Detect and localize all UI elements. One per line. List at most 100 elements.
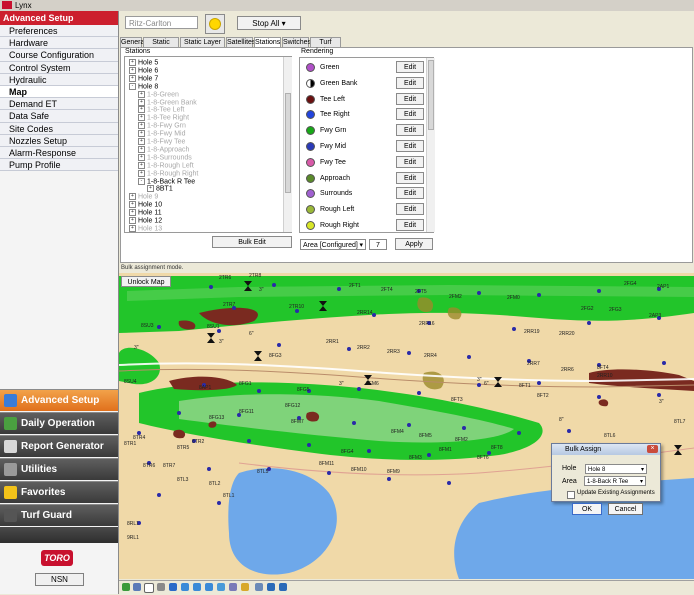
unlock-map-button[interactable]: Unlock Map [121, 276, 171, 287]
expand-icon[interactable]: + [138, 153, 145, 161]
stop-all-button[interactable]: Stop All ▾ [237, 16, 301, 30]
refresh-icon[interactable] [169, 583, 177, 591]
edit-button[interactable]: Edit [396, 140, 424, 152]
zoom-in-icon[interactable] [181, 583, 189, 591]
expand-icon[interactable]: + [129, 74, 136, 82]
nsn-button[interactable]: NSN [35, 573, 84, 586]
area-count-stepper[interactable]: 7 [369, 239, 387, 250]
expand-icon[interactable]: + [138, 98, 145, 106]
tab-switches[interactable]: Switches [282, 37, 311, 47]
expand-icon[interactable]: + [138, 130, 145, 138]
nav-daily-operation[interactable]: Daily Operation [0, 412, 118, 434]
weather-button[interactable] [205, 14, 225, 34]
expand-icon[interactable]: + [129, 217, 136, 224]
lock-icon[interactable] [241, 583, 249, 591]
menu-item-map[interactable]: Map [0, 85, 118, 99]
zoom-out-icon[interactable] [193, 583, 201, 591]
expand-icon[interactable]: + [138, 106, 145, 114]
edit-button[interactable]: Edit [396, 155, 424, 168]
save-icon[interactable] [267, 583, 275, 591]
svg-text:2AP3: 2AP3 [649, 313, 661, 319]
edit-button[interactable]: Edit [396, 124, 424, 137]
toro-logo: TORO [41, 550, 73, 566]
menu-item-site-codes[interactable]: Site Codes [0, 122, 118, 135]
zoom-extent-icon[interactable] [205, 583, 213, 591]
rendering-scrollbar[interactable] [426, 58, 435, 232]
edit-button[interactable]: Edit [396, 92, 424, 105]
tree-node[interactable]: + Hole 13 [129, 224, 162, 232]
course-select[interactable]: Ritz-Carlton [125, 16, 198, 29]
tab-general[interactable]: General [120, 37, 146, 47]
expand-icon[interactable]: + [138, 161, 145, 169]
tab-static-layers[interactable]: Static Layers [143, 37, 179, 56]
nav-favorites[interactable]: Favorites [0, 481, 118, 503]
cancel-button[interactable]: Cancel [608, 503, 643, 515]
rendering-label: Rendering [301, 48, 334, 55]
menu-item-preferences[interactable]: Preferences [0, 25, 118, 38]
expand-icon[interactable]: + [138, 145, 145, 153]
tree-node-label: Hole 9 [138, 193, 159, 201]
ok-button[interactable]: OK [572, 503, 602, 515]
nav-utilities[interactable]: Utilities [0, 458, 118, 480]
expand-icon[interactable]: + [147, 185, 154, 193]
area-select[interactable]: 1-8-Back R Tee ▾ [584, 476, 646, 486]
select-icon[interactable] [133, 583, 141, 591]
tab-static-layer-info[interactable]: Static Layer Info [180, 37, 225, 56]
menu-item-alarm-response[interactable]: Alarm-Response [0, 146, 118, 160]
expand-icon[interactable]: + [129, 224, 136, 232]
apply-button[interactable]: Apply [395, 238, 433, 250]
collapse-icon[interactable]: - [129, 82, 136, 90]
tab-satellites[interactable]: Satellites [226, 37, 255, 47]
menu-item-hardware[interactable]: Hardware [0, 37, 118, 50]
export-icon[interactable] [279, 583, 287, 591]
measure-icon[interactable] [229, 583, 237, 591]
edit-button[interactable]: Edit [396, 203, 424, 216]
bulk-edit-button[interactable]: Bulk Edit [212, 236, 292, 248]
menu-item-course-configuration[interactable]: Course Configuration [0, 49, 118, 62]
menu-item-demand-et[interactable]: Demand ET [0, 98, 118, 111]
pan-icon[interactable] [217, 583, 225, 591]
edit-button[interactable]: Edit [396, 219, 424, 231]
expand-icon[interactable]: + [129, 59, 136, 66]
area-filter-select[interactable]: Area [Configured] ▾ [300, 239, 366, 250]
nav-turf-guard[interactable]: Turf Guard [0, 504, 118, 526]
scrollbar-thumb[interactable] [285, 93, 291, 193]
tab-turf-guard[interactable]: Turf Guard [310, 37, 341, 56]
update-existing-checkbox[interactable] [567, 491, 575, 499]
layers-icon[interactable] [122, 583, 130, 591]
expand-icon[interactable]: + [138, 138, 145, 145]
expand-icon[interactable]: + [138, 90, 145, 98]
menu-item-pump-profile[interactable]: Pump Profile [0, 159, 118, 172]
expand-icon[interactable]: + [129, 193, 136, 201]
edit-button[interactable]: Edit [396, 61, 424, 73]
edit-button[interactable]: Edit [396, 108, 424, 121]
menu-item-nozzles-setup[interactable]: Nozzles Setup [0, 134, 118, 147]
scrollbar-thumb[interactable] [428, 60, 434, 130]
pointer-icon[interactable] [144, 583, 154, 593]
nav-report-generator[interactable]: Report Generator [0, 435, 118, 457]
stations-scrollbar[interactable] [283, 57, 292, 232]
edit-button[interactable]: Edit [396, 187, 424, 200]
expand-icon[interactable]: + [129, 66, 136, 74]
expand-icon[interactable]: + [129, 201, 136, 209]
dropdown-icon[interactable] [157, 583, 165, 591]
expand-icon[interactable]: + [138, 169, 145, 177]
expand-icon[interactable]: + [138, 114, 145, 122]
svg-text:8TR5: 8TR5 [177, 445, 189, 451]
menu-item-hydraulic[interactable]: Hydraulic [0, 73, 118, 86]
stations-tree[interactable]: + Hole 5 + Hole 6 + Hole 7- Hole 8 +1-8-Green +1… [124, 56, 292, 233]
expand-icon[interactable]: + [129, 209, 136, 217]
edit-button[interactable]: Edit [396, 171, 424, 184]
edit-button[interactable]: Edit [396, 76, 424, 89]
nav-advanced-setup[interactable]: Advanced Setup [0, 389, 118, 411]
hole-select[interactable]: Hole 8 ▾ [585, 464, 647, 474]
star-icon [4, 486, 17, 499]
expand-icon[interactable]: + [138, 122, 145, 130]
close-icon[interactable]: × [647, 445, 658, 453]
menu-item-data-safe[interactable]: Data Safe [0, 110, 118, 123]
collapse-icon[interactable]: - [138, 177, 145, 185]
course-map[interactable]: 2TR6 2TR8 2FT1 2FT4 2FT5 2FM2 2FM0 2FG4 2AP1 2TR… [119, 273, 694, 579]
print-icon[interactable] [255, 583, 263, 591]
color-swatch-icon [306, 126, 315, 136]
menu-item-control-system[interactable]: Control System [0, 61, 118, 74]
